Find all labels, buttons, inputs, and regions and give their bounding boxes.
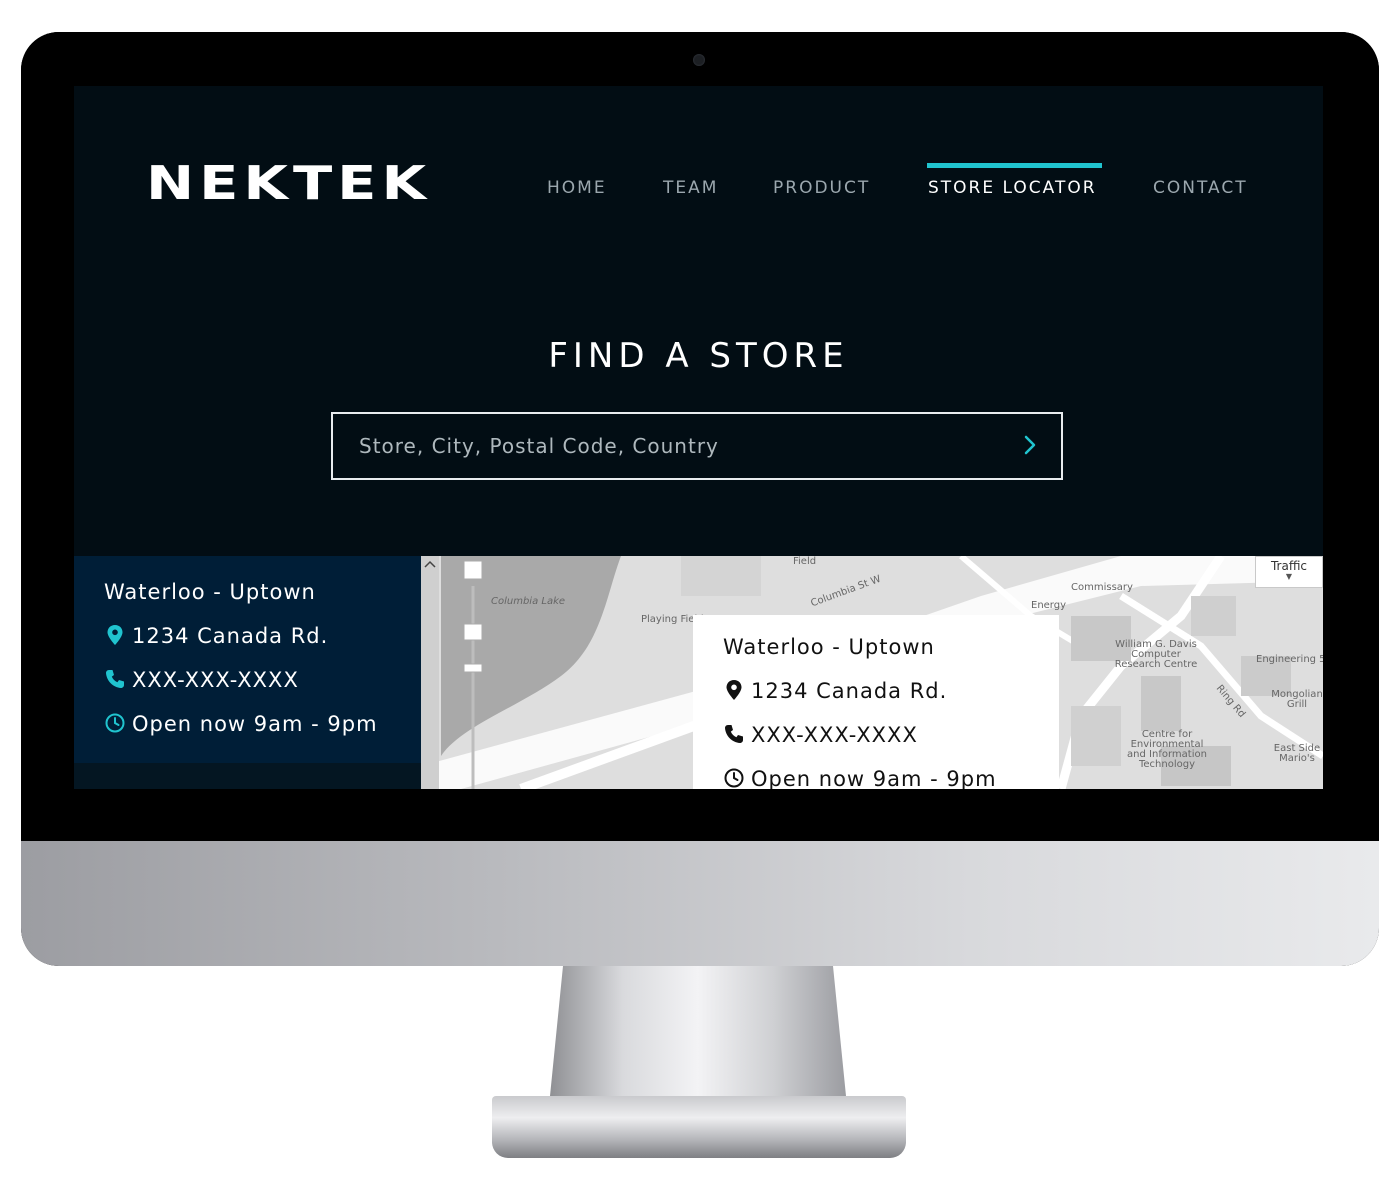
nav-item-team[interactable]: TEAM <box>663 178 718 198</box>
map-label-energy: Energy <box>1031 600 1067 611</box>
chevron-up-icon[interactable] <box>423 558 437 572</box>
caret-down-icon: ▼ <box>1285 572 1293 581</box>
popup-hours-row: Open now 9am - 9pm <box>723 767 997 789</box>
popup-phone-row: XXX-XXX-XXXX <box>723 723 918 747</box>
store-address: 1234 Canada Rd. <box>132 624 329 648</box>
clock-icon <box>723 767 745 789</box>
store-name: Waterloo - Uptown <box>104 580 316 604</box>
traffic-toggle-button[interactable]: Traffic ▼ <box>1255 556 1323 588</box>
monitor-stand-base <box>492 1096 906 1158</box>
nav-active-indicator <box>927 163 1102 168</box>
nav-item-product[interactable]: PRODUCT <box>773 178 870 198</box>
monitor-stand-neck <box>548 966 848 1116</box>
phone-icon <box>104 668 126 690</box>
nav-item-contact[interactable]: CONTACT <box>1153 178 1248 198</box>
popup-address: 1234 Canada Rd. <box>751 679 948 703</box>
popup-address-row: 1234 Canada Rd. <box>723 679 947 703</box>
popup-phone: XXX-XXX-XXXX <box>751 723 918 747</box>
store-list: Waterloo - Uptown 1234 Canada Rd. XXX-XX… <box>74 556 421 789</box>
store-map[interactable]: Columbia Lake Playing Field Columbia St … <box>421 556 1323 789</box>
location-pin-icon <box>104 624 126 646</box>
camera-icon <box>693 54 705 66</box>
clock-icon <box>104 712 126 734</box>
location-pin-icon <box>723 679 745 701</box>
map-label-commissary: Commissary <box>1071 582 1133 593</box>
store-search <box>331 412 1063 480</box>
store-hours: Open now 9am - 9pm <box>132 712 378 736</box>
store-address-row: 1234 Canada Rd. <box>104 624 328 648</box>
map-zoom-control[interactable] <box>463 560 481 789</box>
popup-hours: Open now 9am - 9pm <box>751 767 997 789</box>
store-hours-row: Open now 9am - 9pm <box>104 712 378 736</box>
phone-icon <box>723 723 745 745</box>
store-card[interactable]: Waterloo - Uptown 1234 Canada Rd. XXX-XX… <box>74 556 421 763</box>
map-label-environmental: Centre for Environmental and Information… <box>1127 729 1207 770</box>
search-input[interactable] <box>333 414 993 478</box>
nav-item-store-locator[interactable]: STORE LOCATOR <box>928 178 1097 198</box>
map-label-davis-centre: William G. Davis Computer Research Centr… <box>1114 639 1198 670</box>
main-nav: HOME TEAM PRODUCT STORE LOCATOR CONTACT <box>74 86 1323 206</box>
website-screen: NEKTEK HOME TEAM PRODUCT STORE LOCATOR C… <box>74 86 1323 789</box>
monitor-chin <box>21 841 1379 966</box>
page-title: FIND A STORE <box>548 336 849 376</box>
chevron-right-icon[interactable] <box>1015 430 1045 460</box>
map-label-field: Field <box>793 556 817 567</box>
traffic-label: Traffic <box>1270 559 1308 573</box>
map-label-east-side: East Side Mario's <box>1273 743 1321 764</box>
map-label-engineering: Engineering 5 <box>1256 654 1323 665</box>
map-label-mongolian: Mongolian Grill <box>1271 689 1323 710</box>
map-label-lake: Columbia Lake <box>491 596 566 607</box>
popup-store-name: Waterloo - Uptown <box>723 635 935 659</box>
store-phone: XXX-XXX-XXXX <box>132 668 299 692</box>
nav-item-home[interactable]: HOME <box>547 178 607 198</box>
map-info-popup: Waterloo - Uptown 1234 Canada Rd. XXX-XX… <box>693 615 1059 789</box>
store-phone-row: XXX-XXX-XXXX <box>104 668 299 692</box>
